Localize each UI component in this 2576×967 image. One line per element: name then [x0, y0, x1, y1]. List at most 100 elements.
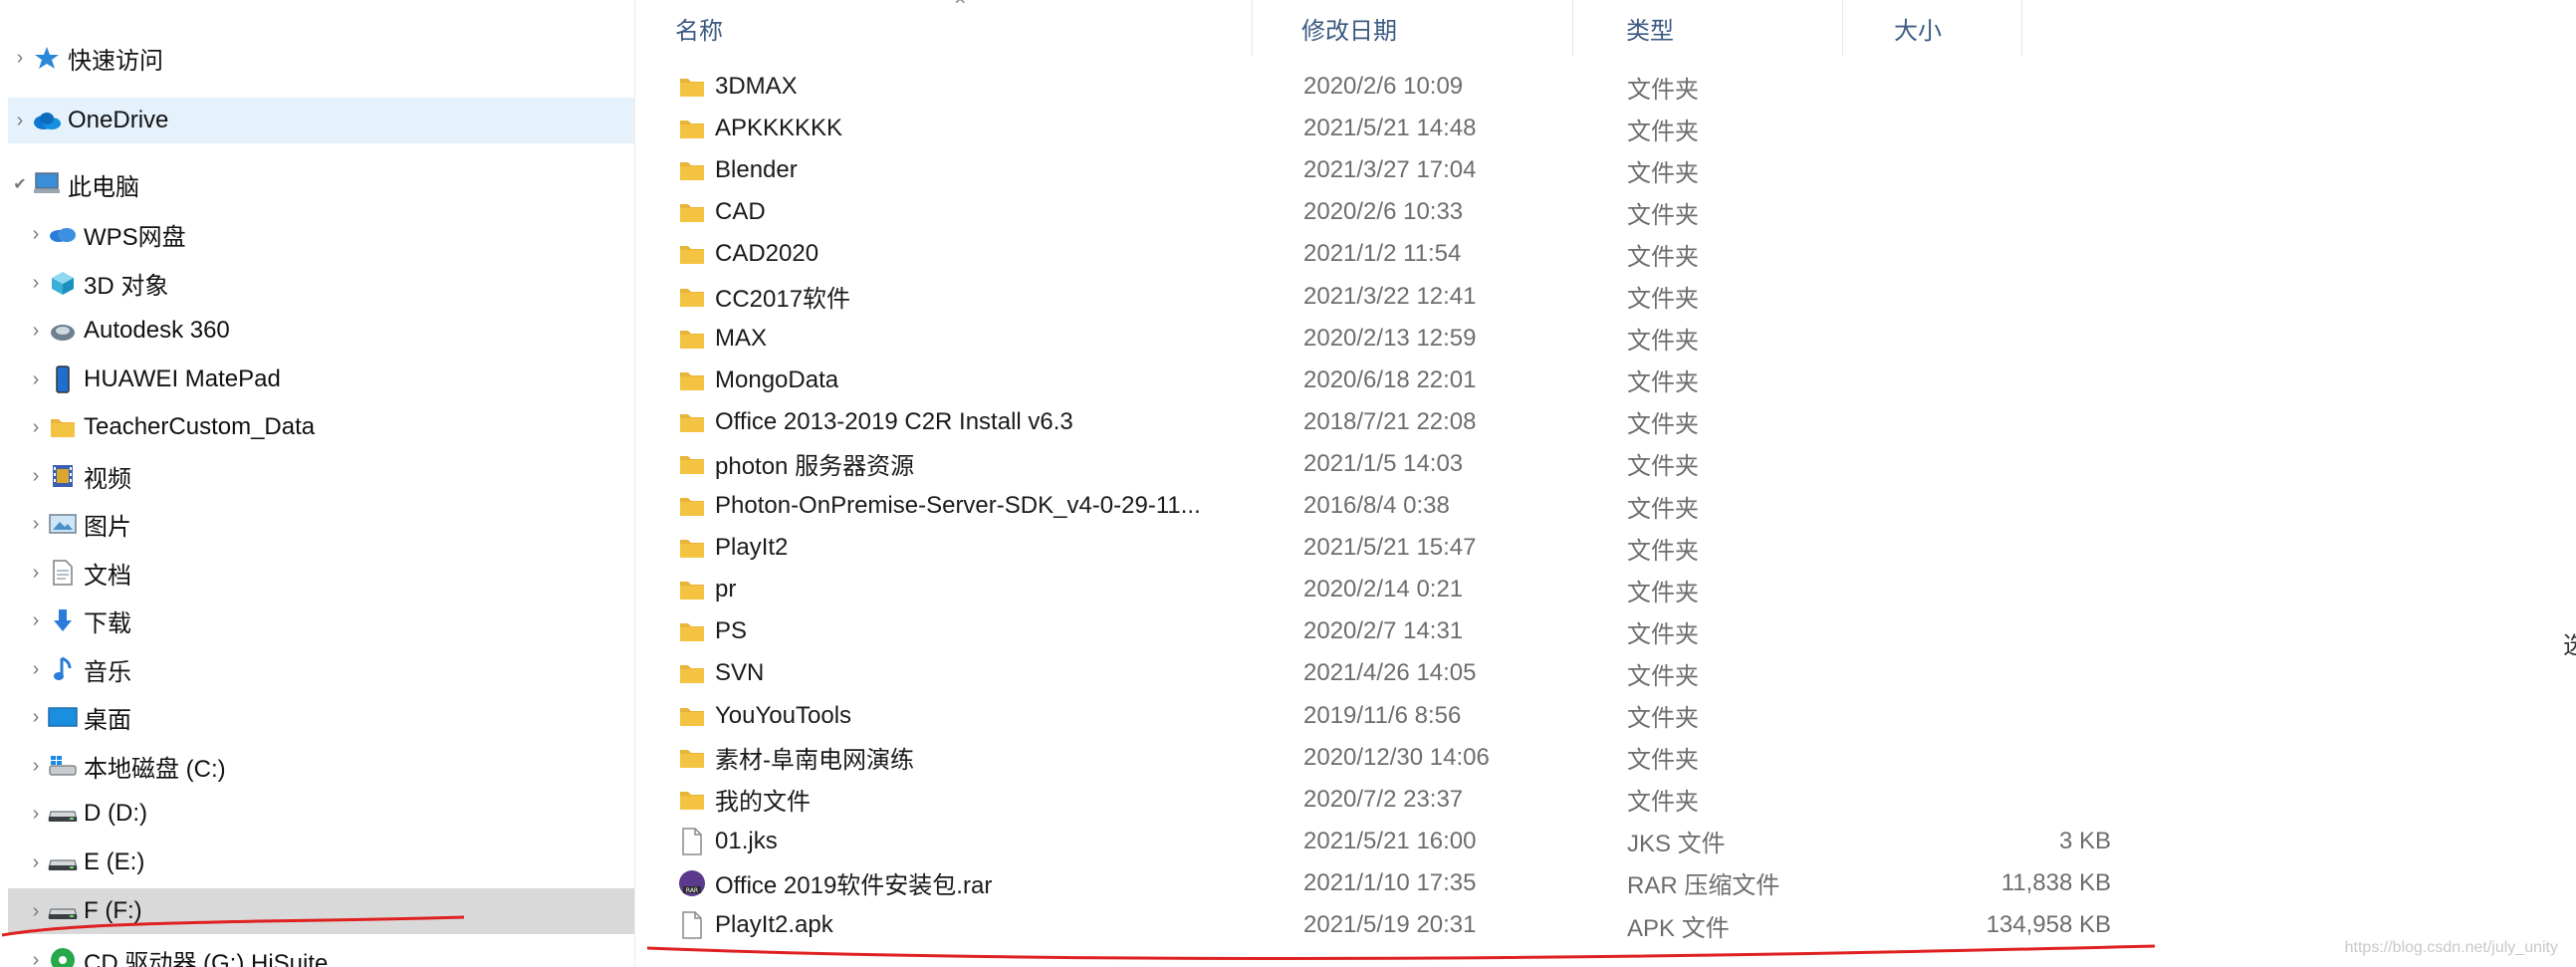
nav-item[interactable]: › 视频 — [8, 453, 634, 499]
nav-label: HUAWEI MatePad — [84, 365, 281, 392]
column-header-type[interactable]: 类型 — [1572, 0, 1842, 56]
chevron-right-icon[interactable]: › — [24, 464, 48, 488]
file-row[interactable]: PlayIt2 2021/5/21 15:47 文件夹 — [677, 528, 2576, 568]
folder-icon — [677, 616, 707, 646]
file-date: 2020/7/2 23:37 — [1303, 785, 1464, 813]
chevron-right-icon[interactable]: › — [24, 754, 48, 778]
chevron-right-icon[interactable]: › — [8, 109, 32, 132]
file-date: 2016/8/4 0:38 — [1303, 492, 1450, 519]
chevron-right-icon[interactable]: › — [24, 561, 48, 585]
nav-item-this-pc[interactable]: ✔ 此电脑 — [8, 161, 634, 207]
file-name: 素材-阜南电网演练 — [715, 747, 914, 775]
chevron-right-icon[interactable]: › — [24, 657, 48, 681]
file-row[interactable]: Blender 2021/3/27 17:04 文件夹 — [677, 150, 2576, 190]
download-icon — [48, 605, 78, 635]
red-annotation-line — [646, 944, 2156, 961]
file-type: 文件夹 — [1627, 620, 1699, 648]
file-type: 文件夹 — [1627, 328, 1699, 356]
file-row[interactable]: 01.jks 2021/5/21 16:00 JKS 文件 3 KB — [677, 822, 2576, 861]
column-divider[interactable] — [2021, 0, 2022, 56]
tablet-icon — [48, 364, 78, 394]
chevron-right-icon[interactable]: › — [24, 850, 48, 874]
file-row[interactable]: CAD2020 2021/1/2 11:54 文件夹 — [677, 234, 2576, 274]
nav-item[interactable]: › WPS网盘 — [8, 211, 634, 257]
chevron-down-icon[interactable]: ✔ — [8, 172, 32, 196]
document-icon — [48, 558, 78, 588]
nav-item-quick-access[interactable]: › 快速访问 — [8, 35, 634, 81]
nav-item-onedrive[interactable]: › OneDrive — [8, 98, 634, 143]
nav-item[interactable]: › 3D 对象 — [8, 260, 634, 306]
nav-item[interactable]: › D (D:) — [8, 791, 634, 837]
chevron-right-icon[interactable]: › — [8, 46, 32, 70]
file-type: 文件夹 — [1627, 286, 1699, 313]
file-name: CAD2020 — [715, 240, 820, 268]
nav-item[interactable]: › E (E:) — [8, 840, 634, 885]
folder-icon — [677, 491, 707, 521]
nav-item[interactable]: › CD 驱动器 (G:) HiSuite — [8, 937, 634, 967]
file-row[interactable]: MongoData 2020/6/18 22:01 文件夹 — [677, 361, 2576, 400]
nav-item[interactable]: › Autodesk 360 — [8, 308, 634, 354]
file-row[interactable]: Office 2013-2019 C2R Install v6.3 2018/7/… — [677, 402, 2576, 442]
file-row[interactable]: pr 2020/2/14 0:21 文件夹 — [677, 570, 2576, 609]
file-row[interactable]: CAD 2020/2/6 10:33 文件夹 — [677, 192, 2576, 232]
file-row[interactable]: Photon-OnPremise-Server-SDK_v4-0-29-11..… — [677, 486, 2576, 526]
chevron-right-icon[interactable]: › — [24, 705, 48, 729]
column-header-label: 修改日期 — [1301, 17, 1397, 45]
chevron-right-icon[interactable]: › — [24, 367, 48, 391]
folder-icon — [677, 658, 707, 688]
column-header-name[interactable]: 名称 — [637, 0, 1252, 56]
nav-item[interactable]: › HUAWEI MatePad — [8, 357, 634, 402]
folder-icon — [677, 785, 707, 815]
column-header-date[interactable]: 修改日期 — [1252, 0, 1572, 56]
file-size: 11,838 KB — [2000, 868, 2111, 896]
nav-item[interactable]: › TeacherCustom_Data — [8, 404, 634, 450]
file-name-cell: APKKKKKK — [677, 109, 1255, 148]
nav-item[interactable]: › 文档 — [8, 550, 634, 596]
nav-item[interactable]: › 下载 — [8, 598, 634, 643]
file-size — [1743, 653, 2111, 693]
file-name-cell: 我的文件 — [677, 780, 1255, 820]
file-date: 2020/6/18 22:01 — [1303, 365, 1477, 393]
folder-icon — [677, 282, 707, 312]
chevron-right-icon[interactable]: › — [24, 415, 48, 439]
nav-label: 文档 — [84, 562, 131, 590]
chevron-right-icon[interactable]: › — [24, 512, 48, 536]
file-row[interactable]: YouYouTools 2019/11/6 8:56 文件夹 — [677, 696, 2576, 736]
file-row[interactable]: CC2017软件 2021/3/22 12:41 文件夹 — [677, 277, 2576, 317]
file-type: 文件夹 — [1627, 118, 1699, 145]
nav-item[interactable]: › 桌面 — [8, 694, 634, 740]
nav-label: 快速访问 — [68, 47, 163, 75]
chevron-right-icon[interactable]: › — [24, 802, 48, 826]
chevron-right-icon[interactable]: › — [24, 608, 48, 632]
file-row[interactable]: MAX 2020/2/13 12:59 文件夹 — [677, 319, 2576, 359]
file-name: PlayIt2 — [715, 534, 789, 562]
file-date: 2020/2/6 10:09 — [1303, 73, 1464, 100]
file-row[interactable]: SVN 2021/4/26 14:05 文件夹 — [677, 653, 2576, 693]
nav-item[interactable]: › 图片 — [8, 501, 634, 547]
chevron-right-icon[interactable]: › — [24, 222, 48, 246]
chevron-right-icon[interactable]: › — [24, 319, 48, 343]
chevron-right-icon[interactable]: › — [24, 948, 48, 967]
file-size — [1743, 570, 2111, 609]
nav-item[interactable]: › 音乐 — [8, 646, 634, 692]
file-row[interactable]: photon 服务器资源 2021/1/5 14:03 文件夹 — [677, 444, 2576, 484]
navigation-pane: › 快速访问 › OneDrive ✔ 此电脑 › WPS网盘 › 3D 对象 › Aut… — [0, 0, 635, 967]
column-header-size[interactable]: 大小 — [1842, 0, 2021, 56]
file-row[interactable]: 我的文件 2020/7/2 23:37 文件夹 — [677, 780, 2576, 820]
file-name-cell: 3DMAX — [677, 67, 1255, 107]
file-row[interactable]: APKKKKKK 2021/5/21 14:48 文件夹 — [677, 109, 2576, 148]
file-row[interactable]: 3DMAX 2020/2/6 10:09 文件夹 — [677, 67, 2576, 107]
column-header-label: 名称 — [675, 17, 723, 45]
file-name: photon 服务器资源 — [715, 453, 915, 481]
file-type: JKS 文件 — [1627, 831, 1726, 858]
chevron-right-icon[interactable]: › — [24, 271, 48, 295]
file-row[interactable]: PS 2020/2/7 14:31 文件夹 — [677, 611, 2576, 651]
nav-item[interactable]: › 本地磁盘 (C:) — [8, 743, 634, 789]
file-row[interactable]: RAR Office 2019软件安装包.rar 2021/1/10 17:35 RA… — [677, 863, 2576, 903]
file-name-cell: CAD2020 — [677, 234, 1255, 274]
folder-icon — [677, 407, 707, 437]
nav-label: Autodesk 360 — [84, 317, 230, 344]
file-icon — [677, 827, 707, 856]
folder-icon — [677, 575, 707, 604]
file-row[interactable]: 素材-阜南电网演练 2020/12/30 14:06 文件夹 — [677, 738, 2576, 778]
